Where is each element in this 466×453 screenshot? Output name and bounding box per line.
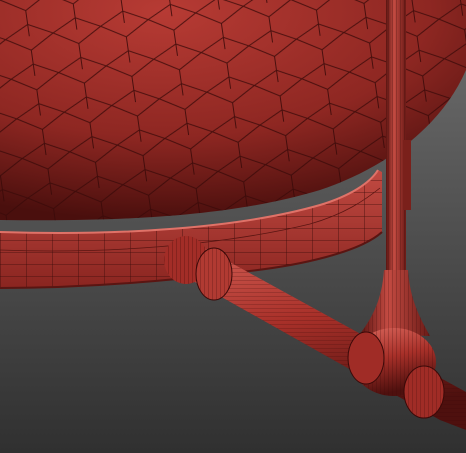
3d-viewport[interactable] — [0, 0, 466, 453]
wireframe-scene — [0, 0, 466, 453]
